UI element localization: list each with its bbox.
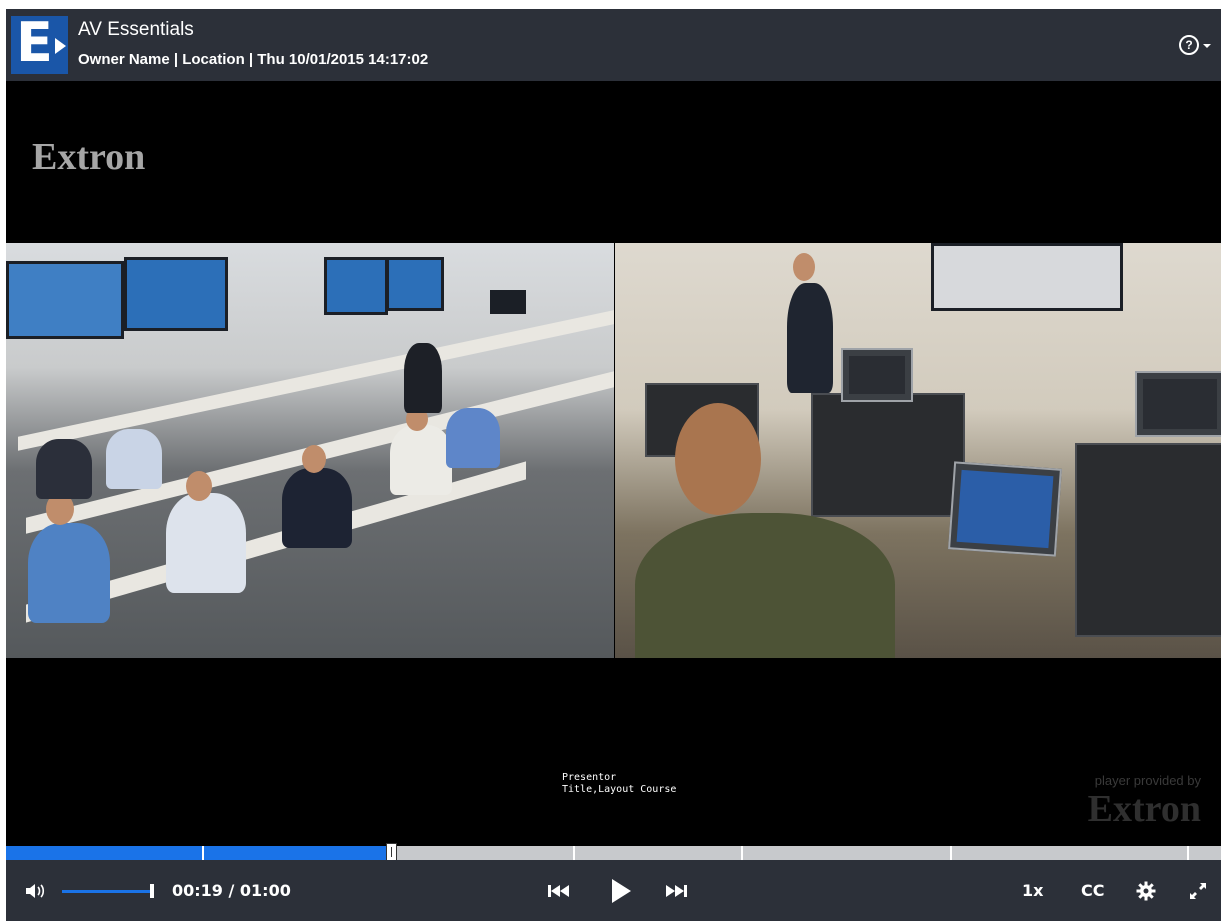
help-icon: ? (1179, 35, 1199, 55)
chapter-marker[interactable] (741, 846, 744, 860)
chapter-marker[interactable] (573, 846, 575, 860)
seek-bar[interactable] (6, 843, 1221, 861)
help-menu-button[interactable]: ? (1179, 35, 1213, 57)
player-header: E AV Essentials Owner Name | Location | … (6, 9, 1221, 81)
fullscreen-button[interactable] (1189, 882, 1207, 900)
session-info: Owner Name | Location | Thu 10/01/2015 1… (78, 51, 429, 68)
playback-speed-button[interactable]: 1x (1022, 881, 1043, 900)
video-feed-classroom (6, 243, 614, 658)
chapter-marker[interactable] (202, 846, 205, 860)
seek-bar-thumb[interactable] (385, 843, 397, 861)
video-canvas[interactable]: Extron Presentor Title,Layout Course pla… (6, 81, 1221, 846)
brand-watermark-top: Extron (32, 136, 146, 178)
seek-bar-played (6, 846, 391, 860)
play-icon (612, 879, 631, 903)
settings-gear-icon (1136, 881, 1156, 901)
previous-chapter-button[interactable] (547, 884, 571, 898)
previous-chapter-icon (548, 885, 569, 897)
volume-icon[interactable] (25, 882, 47, 900)
next-chapter-button[interactable] (664, 884, 688, 898)
settings-button[interactable] (1136, 881, 1156, 901)
time-display: 00:19 / 01:00 (172, 881, 291, 900)
extron-logo-icon: E (11, 14, 68, 74)
volume-slider-thumb[interactable] (150, 884, 154, 898)
chevron-down-icon (1203, 44, 1211, 48)
app-title: AV Essentials (78, 19, 194, 40)
slide-caption: Presentor Title,Layout Course (562, 772, 677, 795)
video-feed-lab (615, 243, 1221, 658)
video-player: E AV Essentials Owner Name | Location | … (6, 9, 1221, 921)
closed-captions-button[interactable]: CC (1081, 881, 1104, 900)
next-chapter-icon (666, 885, 687, 897)
provided-by-label: player provided by (1094, 773, 1201, 788)
chapter-marker[interactable] (949, 846, 952, 860)
chapter-marker[interactable] (1186, 846, 1189, 860)
volume-slider[interactable] (62, 890, 154, 893)
control-bar: 00:19 / 01:00 1x CC (6, 860, 1221, 921)
brand-watermark-bottom: Extron (1087, 788, 1201, 830)
play-button[interactable] (610, 878, 632, 904)
fullscreen-icon (1190, 883, 1206, 899)
